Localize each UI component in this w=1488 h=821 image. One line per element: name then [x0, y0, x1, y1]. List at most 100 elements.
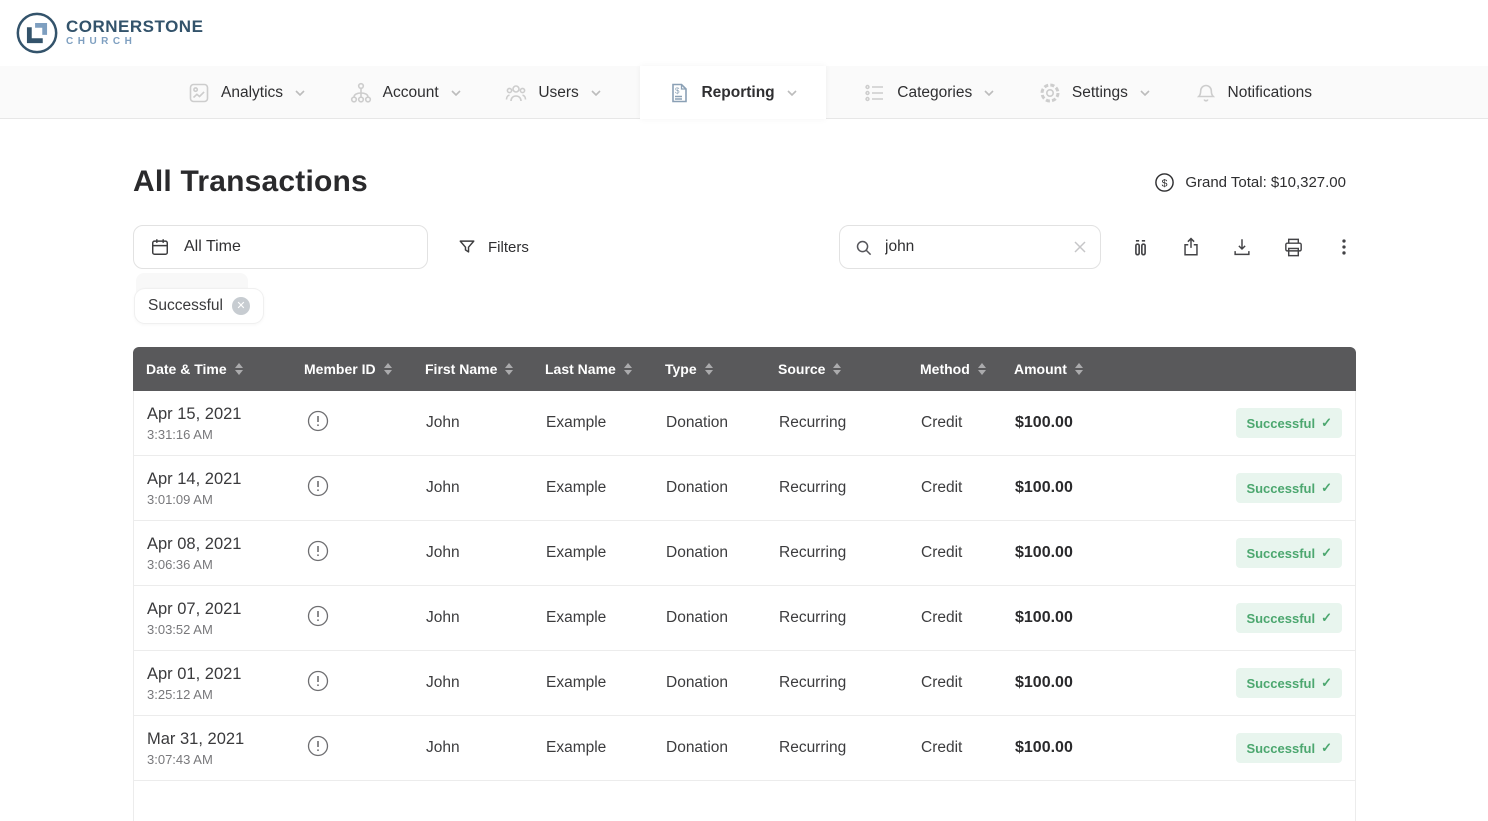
search-input[interactable] — [885, 238, 1072, 256]
share-button[interactable] — [1179, 235, 1203, 259]
info-icon[interactable] — [306, 409, 330, 433]
cell-method: Credit — [921, 674, 1015, 692]
search-box — [839, 225, 1101, 269]
transaction-date: Apr 07, 2021 — [147, 600, 305, 619]
transaction-time: 3:03:52 AM — [147, 622, 305, 637]
cell-member-id — [305, 539, 426, 568]
nav-item-users[interactable]: Users — [500, 66, 606, 119]
status-label: Successful — [1246, 741, 1315, 756]
transaction-time: 3:01:09 AM — [147, 492, 305, 507]
filters-button[interactable]: Filters — [458, 238, 529, 256]
brand-name: CORNERSTONE — [66, 18, 203, 35]
column-header-method[interactable]: Method — [920, 361, 1014, 377]
nav-item-label: Analytics — [221, 84, 283, 102]
download-button[interactable] — [1230, 235, 1254, 259]
nav-item-analytics[interactable]: Analytics — [183, 66, 311, 119]
print-button[interactable] — [1281, 235, 1305, 259]
transaction-time: 3:06:36 AM — [147, 557, 305, 572]
cell-status: Successful ✓ — [1175, 538, 1342, 568]
nav-item-label: Users — [538, 84, 578, 102]
status-label: Successful — [1246, 611, 1315, 626]
columns-button[interactable] — [1128, 235, 1152, 259]
nav-item-account[interactable]: Account — [345, 66, 467, 119]
cell-type: Donation — [666, 544, 779, 562]
cell-date-time: Apr 14, 2021 3:01:09 AM — [147, 470, 305, 507]
status-badge: Successful ✓ — [1236, 473, 1342, 503]
sort-icon — [1074, 362, 1084, 376]
date-range-button[interactable]: All Time — [133, 225, 428, 269]
cell-date-time: Apr 15, 2021 3:31:16 AM — [147, 405, 305, 442]
table-row[interactable]: Apr 15, 2021 3:31:16 AM John Example Don… — [134, 391, 1355, 456]
table-row[interactable]: Apr 14, 2021 3:01:09 AM John Example Don… — [134, 456, 1355, 521]
info-icon[interactable] — [306, 539, 330, 563]
sort-icon — [977, 362, 987, 376]
column-header-source[interactable]: Source — [778, 361, 920, 377]
table-row[interactable]: Apr 01, 2021 3:25:12 AM John Example Don… — [134, 651, 1355, 716]
cell-first-name: John — [426, 544, 546, 562]
top-bar: CORNERSTONE CHURCH — [0, 0, 1488, 66]
brand-logo[interactable]: CORNERSTONE CHURCH — [14, 10, 203, 56]
nav-item-settings[interactable]: Settings — [1034, 66, 1156, 119]
active-filter-chip[interactable]: Successful ✕ — [135, 289, 263, 323]
cell-source: Recurring — [779, 479, 921, 497]
more-options-button[interactable] — [1332, 235, 1356, 259]
nav-item-label: Settings — [1072, 84, 1128, 102]
info-icon[interactable] — [306, 669, 330, 693]
cell-amount: $100.00 — [1015, 609, 1175, 627]
nav-item-reporting[interactable]: $ Reporting — [640, 66, 825, 119]
status-label: Successful — [1246, 416, 1315, 431]
column-header-last-name[interactable]: Last Name — [545, 361, 665, 377]
check-icon: ✓ — [1321, 545, 1332, 561]
column-header-date-time[interactable]: Date & Time — [146, 361, 304, 377]
nav-item-categories[interactable]: Categories — [859, 66, 1000, 119]
check-icon: ✓ — [1321, 740, 1332, 756]
check-icon: ✓ — [1321, 675, 1332, 691]
grand-total-label: Grand Total: $10,327.00 — [1185, 174, 1346, 191]
cell-first-name: John — [426, 479, 546, 497]
categories-icon — [863, 81, 887, 105]
sort-icon — [623, 362, 633, 376]
cell-amount: $100.00 — [1015, 739, 1175, 757]
info-icon[interactable] — [306, 604, 330, 628]
cell-member-id — [305, 474, 426, 503]
column-header-label: First Name — [425, 361, 497, 377]
account-icon — [349, 81, 373, 105]
cell-type: Donation — [666, 414, 779, 432]
cell-date-time: Mar 31, 2021 3:07:43 AM — [147, 730, 305, 767]
cell-method: Credit — [921, 544, 1015, 562]
table-row[interactable]: Apr 07, 2021 3:03:52 AM John Example Don… — [134, 586, 1355, 651]
analytics-icon — [187, 81, 211, 105]
transaction-time: 3:25:12 AM — [147, 687, 305, 702]
cell-type: Donation — [666, 739, 779, 757]
cell-amount: $100.00 — [1015, 544, 1175, 562]
remove-filter-icon[interactable]: ✕ — [232, 297, 250, 315]
table-row[interactable]: Mar 31, 2021 3:07:43 AM John Example Don… — [134, 716, 1355, 781]
nav-item-label: Account — [383, 84, 439, 102]
column-header-type[interactable]: Type — [665, 361, 778, 377]
brand-subtitle: CHURCH — [66, 36, 203, 48]
cornerstone-logo-icon — [14, 10, 60, 56]
cell-type: Donation — [666, 609, 779, 627]
table-body: Apr 15, 2021 3:31:16 AM John Example Don… — [134, 391, 1355, 781]
nav-item-notifications[interactable]: Notifications — [1190, 66, 1316, 119]
cell-last-name: Example — [546, 739, 666, 757]
clear-search-icon[interactable] — [1072, 239, 1088, 255]
cell-method: Credit — [921, 479, 1015, 497]
chevron-down-icon — [982, 86, 996, 100]
filter-funnel-icon — [458, 238, 476, 256]
transaction-date: Mar 31, 2021 — [147, 730, 305, 749]
status-badge: Successful ✓ — [1236, 408, 1342, 438]
column-header-member-id[interactable]: Member ID — [304, 361, 425, 377]
cell-amount: $100.00 — [1015, 674, 1175, 692]
column-header-label: Method — [920, 361, 970, 377]
transaction-date: Apr 01, 2021 — [147, 665, 305, 684]
table-row[interactable]: Apr 08, 2021 3:06:36 AM John Example Don… — [134, 521, 1355, 586]
filter-chip-label: Successful — [148, 297, 223, 315]
column-header-amount[interactable]: Amount — [1014, 361, 1174, 377]
column-header-first-name[interactable]: First Name — [425, 361, 545, 377]
cell-type: Donation — [666, 479, 779, 497]
info-icon[interactable] — [306, 474, 330, 498]
cell-first-name: John — [426, 609, 546, 627]
info-icon[interactable] — [306, 734, 330, 758]
notifications-icon — [1194, 81, 1218, 105]
